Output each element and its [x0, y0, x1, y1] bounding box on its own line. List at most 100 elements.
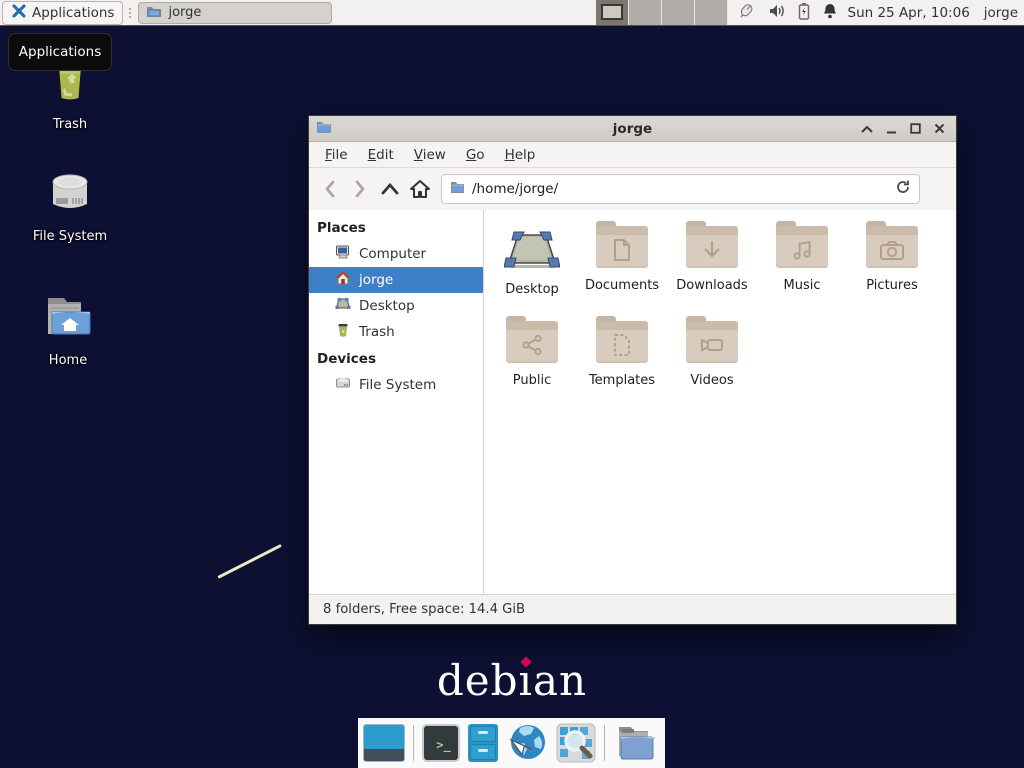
- web-browser-icon[interactable]: [506, 722, 548, 764]
- shade-icon[interactable]: [858, 120, 876, 138]
- back-icon[interactable]: [315, 174, 345, 204]
- show-desktop-icon[interactable]: [363, 724, 405, 762]
- file-item-desktop[interactable]: Desktop: [487, 226, 577, 297]
- taskbar-window-button[interactable]: jorge: [138, 2, 332, 24]
- desktop-icon: [504, 226, 560, 272]
- applications-tooltip: Applications: [8, 33, 112, 71]
- downloads-folder-icon: [686, 226, 738, 268]
- desktop-icon-label: Home: [49, 353, 87, 368]
- path-bar[interactable]: /home/jorge/: [441, 174, 920, 204]
- workspace-2[interactable]: [629, 0, 662, 25]
- file-item-label: Downloads: [676, 278, 747, 293]
- file-item-label: Public: [513, 373, 551, 388]
- sidebar-item-computer[interactable]: Computer: [309, 241, 483, 267]
- computer-icon: [335, 244, 351, 264]
- home-icon: [335, 270, 351, 290]
- bell-icon[interactable]: [822, 2, 838, 23]
- volume-icon[interactable]: [768, 3, 786, 23]
- menu-file[interactable]: File: [315, 143, 358, 167]
- maximize-icon[interactable]: [906, 120, 924, 138]
- workspace-4[interactable]: [695, 0, 728, 25]
- menu-go[interactable]: Go: [456, 143, 495, 167]
- panel-handle[interactable]: [126, 4, 134, 22]
- pictures-folder-icon: [866, 226, 918, 268]
- file-item-music[interactable]: Music: [757, 226, 847, 293]
- music-folder-icon: [776, 226, 828, 268]
- system-tray: [736, 2, 838, 24]
- titlebar[interactable]: jorge: [309, 116, 956, 142]
- path-input[interactable]: /home/jorge/: [472, 181, 888, 197]
- debian-logo-text-pre: deb: [437, 656, 519, 705]
- file-item-label: Pictures: [866, 278, 917, 293]
- forward-icon[interactable]: [345, 174, 375, 204]
- public-folder-icon: [506, 321, 558, 363]
- videos-folder-icon: [686, 321, 738, 363]
- sidebar-item-trash[interactable]: Trash: [309, 319, 483, 345]
- dock-separator: [604, 725, 605, 761]
- menu-edit[interactable]: Edit: [358, 143, 404, 167]
- mouse-icon[interactable]: [736, 2, 756, 24]
- debian-logo: debıan: [0, 656, 1024, 705]
- sidebar-item-desktop[interactable]: Desktop: [309, 293, 483, 319]
- templates-folder-icon: [596, 321, 648, 363]
- file-manager-window: jorge File Edit View Go Help /home/jorge…: [308, 115, 957, 625]
- minimize-icon[interactable]: [882, 120, 900, 138]
- sidebar: Places Computer jorge Desktop Trash Devi…: [309, 210, 484, 594]
- sidebar-item-label: Trash: [359, 324, 395, 340]
- sidebar-item-label: Computer: [359, 246, 426, 262]
- statusbar-text: 8 folders, Free space: 14.4 GiB: [323, 602, 525, 617]
- sidebar-devices-header: Devices: [309, 345, 483, 372]
- sidebar-item-label: jorge: [359, 272, 393, 288]
- sidebar-item-label: File System: [359, 377, 436, 393]
- stray-line-artifact: [217, 544, 282, 579]
- desktop-icon-file-system[interactable]: File System: [10, 170, 130, 244]
- desktop-icon-label: Trash: [53, 117, 87, 132]
- desktop-icon-home[interactable]: Home: [8, 292, 128, 368]
- menu-view[interactable]: View: [404, 143, 456, 167]
- home-nav-icon[interactable]: [405, 174, 435, 204]
- applications-tooltip-text: Applications: [19, 44, 101, 60]
- file-manager-icon[interactable]: [468, 724, 498, 762]
- dock-separator: [413, 725, 414, 761]
- app-finder-icon[interactable]: [556, 723, 596, 763]
- desktop-icon-label: File System: [33, 229, 107, 244]
- dock-panel: >_: [358, 718, 665, 768]
- window-body: Places Computer jorge Desktop Trash Devi…: [309, 210, 956, 594]
- drive-icon: [45, 170, 95, 220]
- terminal-icon[interactable]: >_: [422, 724, 460, 762]
- taskbar-window-label: jorge: [168, 5, 201, 20]
- panel-username[interactable]: jorge: [984, 5, 1018, 21]
- up-icon[interactable]: [375, 174, 405, 204]
- statusbar: 8 folders, Free space: 14.4 GiB: [309, 594, 956, 624]
- workspace-3[interactable]: [662, 0, 695, 25]
- menu-help[interactable]: Help: [495, 143, 546, 167]
- menubar: File Edit View Go Help: [309, 142, 956, 168]
- debian-logo-text-post: an: [533, 656, 587, 705]
- battery-icon[interactable]: [798, 2, 810, 24]
- file-item-label: Videos: [690, 373, 733, 388]
- file-item-videos[interactable]: Videos: [667, 321, 757, 388]
- file-item-downloads[interactable]: Downloads: [667, 226, 757, 293]
- panel-clock[interactable]: Sun 25 Apr, 10:06: [848, 5, 970, 21]
- file-item-label: Desktop: [505, 282, 559, 297]
- folder-icon: [146, 3, 162, 23]
- workspace-window-thumb: [601, 4, 623, 20]
- file-item-templates[interactable]: Templates: [577, 321, 667, 388]
- sidebar-item-jorge[interactable]: jorge: [309, 267, 483, 293]
- toolbar: /home/jorge/: [309, 168, 956, 210]
- file-item-label: Templates: [589, 373, 655, 388]
- home-folder-icon: [42, 292, 94, 344]
- xfce-logo-icon: [11, 3, 27, 23]
- sidebar-item-file-system[interactable]: File System: [309, 372, 483, 398]
- applications-menu-label: Applications: [32, 5, 114, 21]
- sidebar-places-header: Places: [309, 214, 483, 241]
- file-item-documents[interactable]: Documents: [577, 226, 667, 293]
- file-item-pictures[interactable]: Pictures: [847, 226, 937, 293]
- directory-menu-icon[interactable]: [613, 723, 655, 763]
- workspace-switcher[interactable]: [596, 0, 728, 25]
- applications-menu-button[interactable]: Applications: [2, 1, 123, 25]
- reload-icon[interactable]: [895, 179, 911, 199]
- workspace-1[interactable]: [596, 0, 629, 25]
- close-icon[interactable]: [930, 120, 948, 138]
- file-item-public[interactable]: Public: [487, 321, 577, 388]
